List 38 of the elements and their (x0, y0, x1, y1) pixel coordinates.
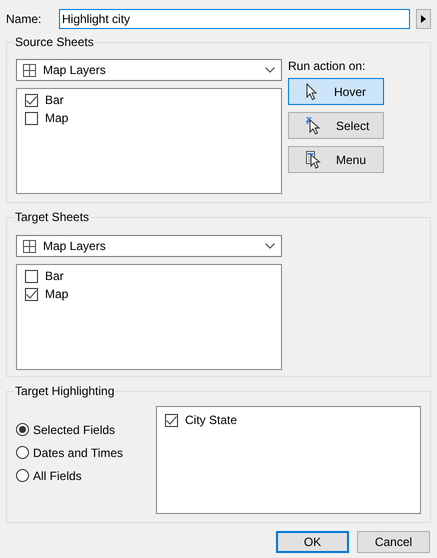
checkbox[interactable] (25, 270, 38, 282)
sheet-dropdown[interactable]: Map Layers (16, 59, 282, 81)
radio-button[interactable] (16, 446, 29, 459)
checkbox[interactable] (25, 288, 38, 300)
cursor-sparkle-icon (306, 116, 322, 134)
name-field[interactable]: Highlight city (59, 9, 410, 29)
ok-button[interactable]: OK (276, 531, 349, 553)
radio-button[interactable] (16, 423, 29, 436)
run-action-label: Run action on: (288, 59, 366, 75)
sheet-label: Bar (45, 93, 64, 107)
sheet-dropdown[interactable]: Map Layers (16, 235, 282, 257)
group-title: Target Highlighting (14, 384, 116, 398)
chevron-down-icon (265, 243, 275, 249)
sheet-label: Bar (45, 269, 64, 283)
action-button[interactable]: Hover (288, 78, 384, 105)
checkbox[interactable] (25, 94, 38, 106)
action-button[interactable]: Menu (288, 146, 384, 173)
cancel-button[interactable]: Cancel (357, 531, 430, 553)
radio-label: All Fields (33, 468, 82, 482)
group-title: Target Sheets (14, 210, 90, 224)
sheet-label: Map (45, 111, 68, 125)
radio-label: Selected Fields (33, 422, 116, 436)
expand-button[interactable] (416, 9, 431, 29)
field-label: City State (185, 413, 238, 427)
checkbox[interactable] (165, 414, 178, 426)
radio-button[interactable] (16, 469, 29, 482)
grid-icon (23, 240, 36, 252)
sheet-label: Map (45, 287, 68, 301)
action-button[interactable]: Select (288, 112, 384, 139)
group-title: Source Sheets (14, 35, 95, 49)
play-arrow-icon (421, 15, 426, 23)
radio-label: Dates and Times (33, 446, 124, 460)
cursor-icon (306, 82, 320, 100)
grid-icon (23, 64, 36, 76)
name-label: Name: (6, 12, 42, 26)
cursor-menu-icon (306, 150, 322, 168)
chevron-down-icon (265, 67, 275, 73)
checkbox[interactable] (25, 112, 38, 124)
